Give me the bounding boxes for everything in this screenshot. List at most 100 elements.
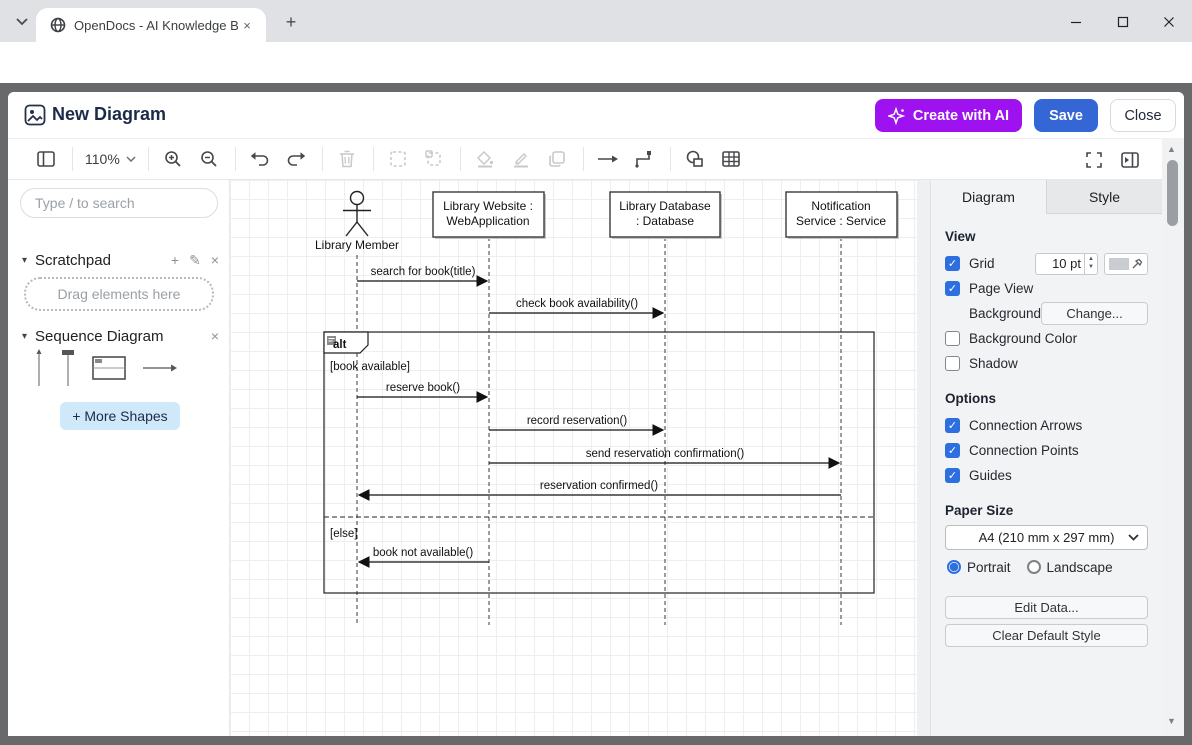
sequence-diagram-close-button[interactable]: × — [211, 328, 219, 344]
scratchpad-dropzone[interactable]: Drag elements here — [24, 277, 214, 311]
actor-label: Library Member — [315, 238, 399, 252]
scratchpad-header[interactable]: ▾ Scratchpad + ✎ × — [22, 250, 219, 270]
redo-button[interactable] — [282, 145, 310, 173]
background-row: Background Change... — [945, 301, 1148, 326]
fragment-shape[interactable] — [92, 355, 126, 381]
lifeline-box-notification[interactable]: Notification Service : Service — [786, 192, 899, 239]
portrait-label: Portrait — [967, 560, 1011, 575]
svg-text:record reservation(): record reservation() — [527, 415, 628, 427]
landscape-radio[interactable]: Landscape — [1027, 560, 1113, 575]
connection-arrows-checkbox[interactable]: ✓ — [945, 418, 960, 433]
paste-button — [420, 145, 448, 173]
radio-unselected-icon — [1027, 560, 1041, 574]
svg-text:reservation confirmed(): reservation confirmed() — [540, 480, 658, 492]
shadow-label: Shadow — [969, 356, 1018, 371]
tab-close-button[interactable]: × — [238, 16, 256, 34]
window-close-button[interactable] — [1154, 10, 1184, 34]
zoom-level-dropdown[interactable]: 110% — [85, 151, 136, 167]
copy-button — [384, 145, 412, 173]
scratchpad-edit-button[interactable]: ✎ — [189, 252, 201, 269]
chevron-down-icon: ▾ — [22, 331, 27, 342]
chevron-down-icon — [1128, 534, 1139, 541]
message-check-availability[interactable]: check book availability() — [489, 298, 663, 313]
paper-size-select[interactable]: A4 (210 mm x 297 mm) — [945, 525, 1148, 550]
svg-text:send reservation confirmation(: send reservation confirmation() — [586, 448, 745, 460]
background-color-checkbox[interactable] — [945, 331, 960, 346]
table-icon — [722, 151, 740, 167]
straight-connector-button[interactable] — [594, 145, 622, 173]
background-label: Background — [969, 306, 1041, 321]
tab-diagram[interactable]: Diagram — [931, 180, 1046, 214]
browser-tab-strip: OpenDocs - AI Knowledge Base × + — [0, 0, 1192, 42]
svg-text:book not available(): book not available() — [373, 547, 474, 559]
create-with-ai-button[interactable]: Create with AI — [875, 99, 1022, 132]
scratchpad-title: Scratchpad — [35, 252, 111, 269]
grid-row: ✓ Grid 10 pt ▲▼ — [945, 251, 1148, 276]
edit-data-button[interactable]: Edit Data... — [945, 596, 1148, 619]
elbow-connector-button[interactable] — [630, 145, 658, 173]
grid-checkbox[interactable]: ✓ — [945, 256, 960, 271]
tab-style[interactable]: Style — [1046, 180, 1162, 214]
message-book-not-available[interactable]: book not available() — [359, 547, 489, 562]
shadow-row: Shadow — [945, 351, 1148, 376]
svg-text:Library Website :: Library Website : — [443, 199, 533, 213]
lifeline-head-shape[interactable] — [60, 349, 76, 387]
close-button[interactable]: Close — [1110, 99, 1176, 132]
page-view-checkbox[interactable]: ✓ — [945, 281, 960, 296]
background-change-button[interactable]: Change... — [1041, 302, 1148, 325]
browser-tab[interactable]: OpenDocs - AI Knowledge Base × — [36, 8, 266, 42]
guides-checkbox[interactable]: ✓ — [945, 468, 960, 483]
scratchpad-add-button[interactable]: + — [171, 252, 179, 268]
guides-label: Guides — [969, 468, 1012, 483]
portrait-radio[interactable]: Portrait — [947, 560, 1011, 575]
message-record-reservation[interactable]: record reservation() — [489, 415, 663, 430]
message-search-for-book[interactable]: search for book(title) — [357, 266, 487, 281]
sequence-diagram-header[interactable]: ▾ Sequence Diagram × — [22, 326, 219, 346]
lifeline-shape[interactable] — [34, 349, 44, 387]
lifeline-box-database[interactable]: Library Database : Database — [610, 192, 722, 239]
toggle-right-panel-button[interactable] — [1116, 146, 1144, 174]
vertical-scrollbar[interactable]: ▲ ▼ — [1162, 138, 1184, 736]
message-reserve-book[interactable]: reserve book() — [357, 382, 487, 397]
zoom-out-button[interactable] — [195, 145, 223, 173]
scrollbar-thumb[interactable] — [1167, 160, 1178, 226]
copy-style-button — [543, 145, 571, 173]
lifeline-box-website[interactable]: Library Website : WebApplication — [433, 192, 546, 239]
message-reservation-confirmed[interactable]: reservation confirmed() — [359, 480, 841, 495]
actor-library-member[interactable]: Library Member — [315, 192, 399, 253]
svg-text:Library Database: Library Database — [619, 199, 711, 213]
new-tab-button[interactable]: + — [280, 11, 302, 33]
zoom-in-button[interactable] — [159, 145, 187, 173]
toggle-left-panel-button[interactable] — [32, 145, 60, 173]
scroll-up-arrow[interactable]: ▲ — [1167, 144, 1176, 154]
scroll-down-arrow[interactable]: ▼ — [1167, 716, 1176, 726]
background-color-row: Background Color — [945, 326, 1148, 351]
window-minimize-button[interactable] — [1061, 10, 1091, 34]
shadow-checkbox[interactable] — [945, 356, 960, 371]
page-view-label: Page View — [969, 281, 1033, 296]
grid-size-input[interactable]: 10 pt — [1035, 253, 1085, 275]
chevron-down-icon — [16, 18, 28, 26]
window-maximize-button[interactable] — [1108, 10, 1138, 34]
scratchpad-close-button[interactable]: × — [211, 252, 219, 268]
zoom-level-value: 110% — [85, 151, 120, 167]
paper-size-heading: Paper Size — [945, 503, 1148, 518]
more-shapes-button[interactable]: + More Shapes — [60, 402, 180, 430]
shapes-button[interactable] — [681, 145, 709, 173]
dropzone-label: Drag elements here — [58, 286, 181, 302]
grid-size-stepper[interactable]: ▲▼ — [1085, 253, 1098, 275]
fullscreen-button[interactable] — [1080, 146, 1108, 174]
diagram-canvas[interactable]: Library Member Library Website : WebAppl… — [230, 180, 930, 736]
undo-button[interactable] — [246, 145, 274, 173]
grid-color-picker[interactable] — [1104, 253, 1148, 275]
clear-default-style-button[interactable]: Clear Default Style — [945, 624, 1148, 647]
diagram-editor-window: New Diagram Create with AI Save Close 11… — [8, 92, 1184, 736]
search-input[interactable] — [20, 188, 218, 218]
save-button[interactable]: Save — [1034, 99, 1098, 132]
connection-points-checkbox[interactable]: ✓ — [945, 443, 960, 458]
table-button[interactable] — [717, 145, 745, 173]
tab-search-button[interactable] — [10, 11, 34, 33]
message-arrow-shape[interactable] — [142, 363, 178, 373]
message-send-confirmation[interactable]: send reservation confirmation() — [489, 448, 839, 463]
fragment-guard-2: [else] — [330, 528, 358, 540]
